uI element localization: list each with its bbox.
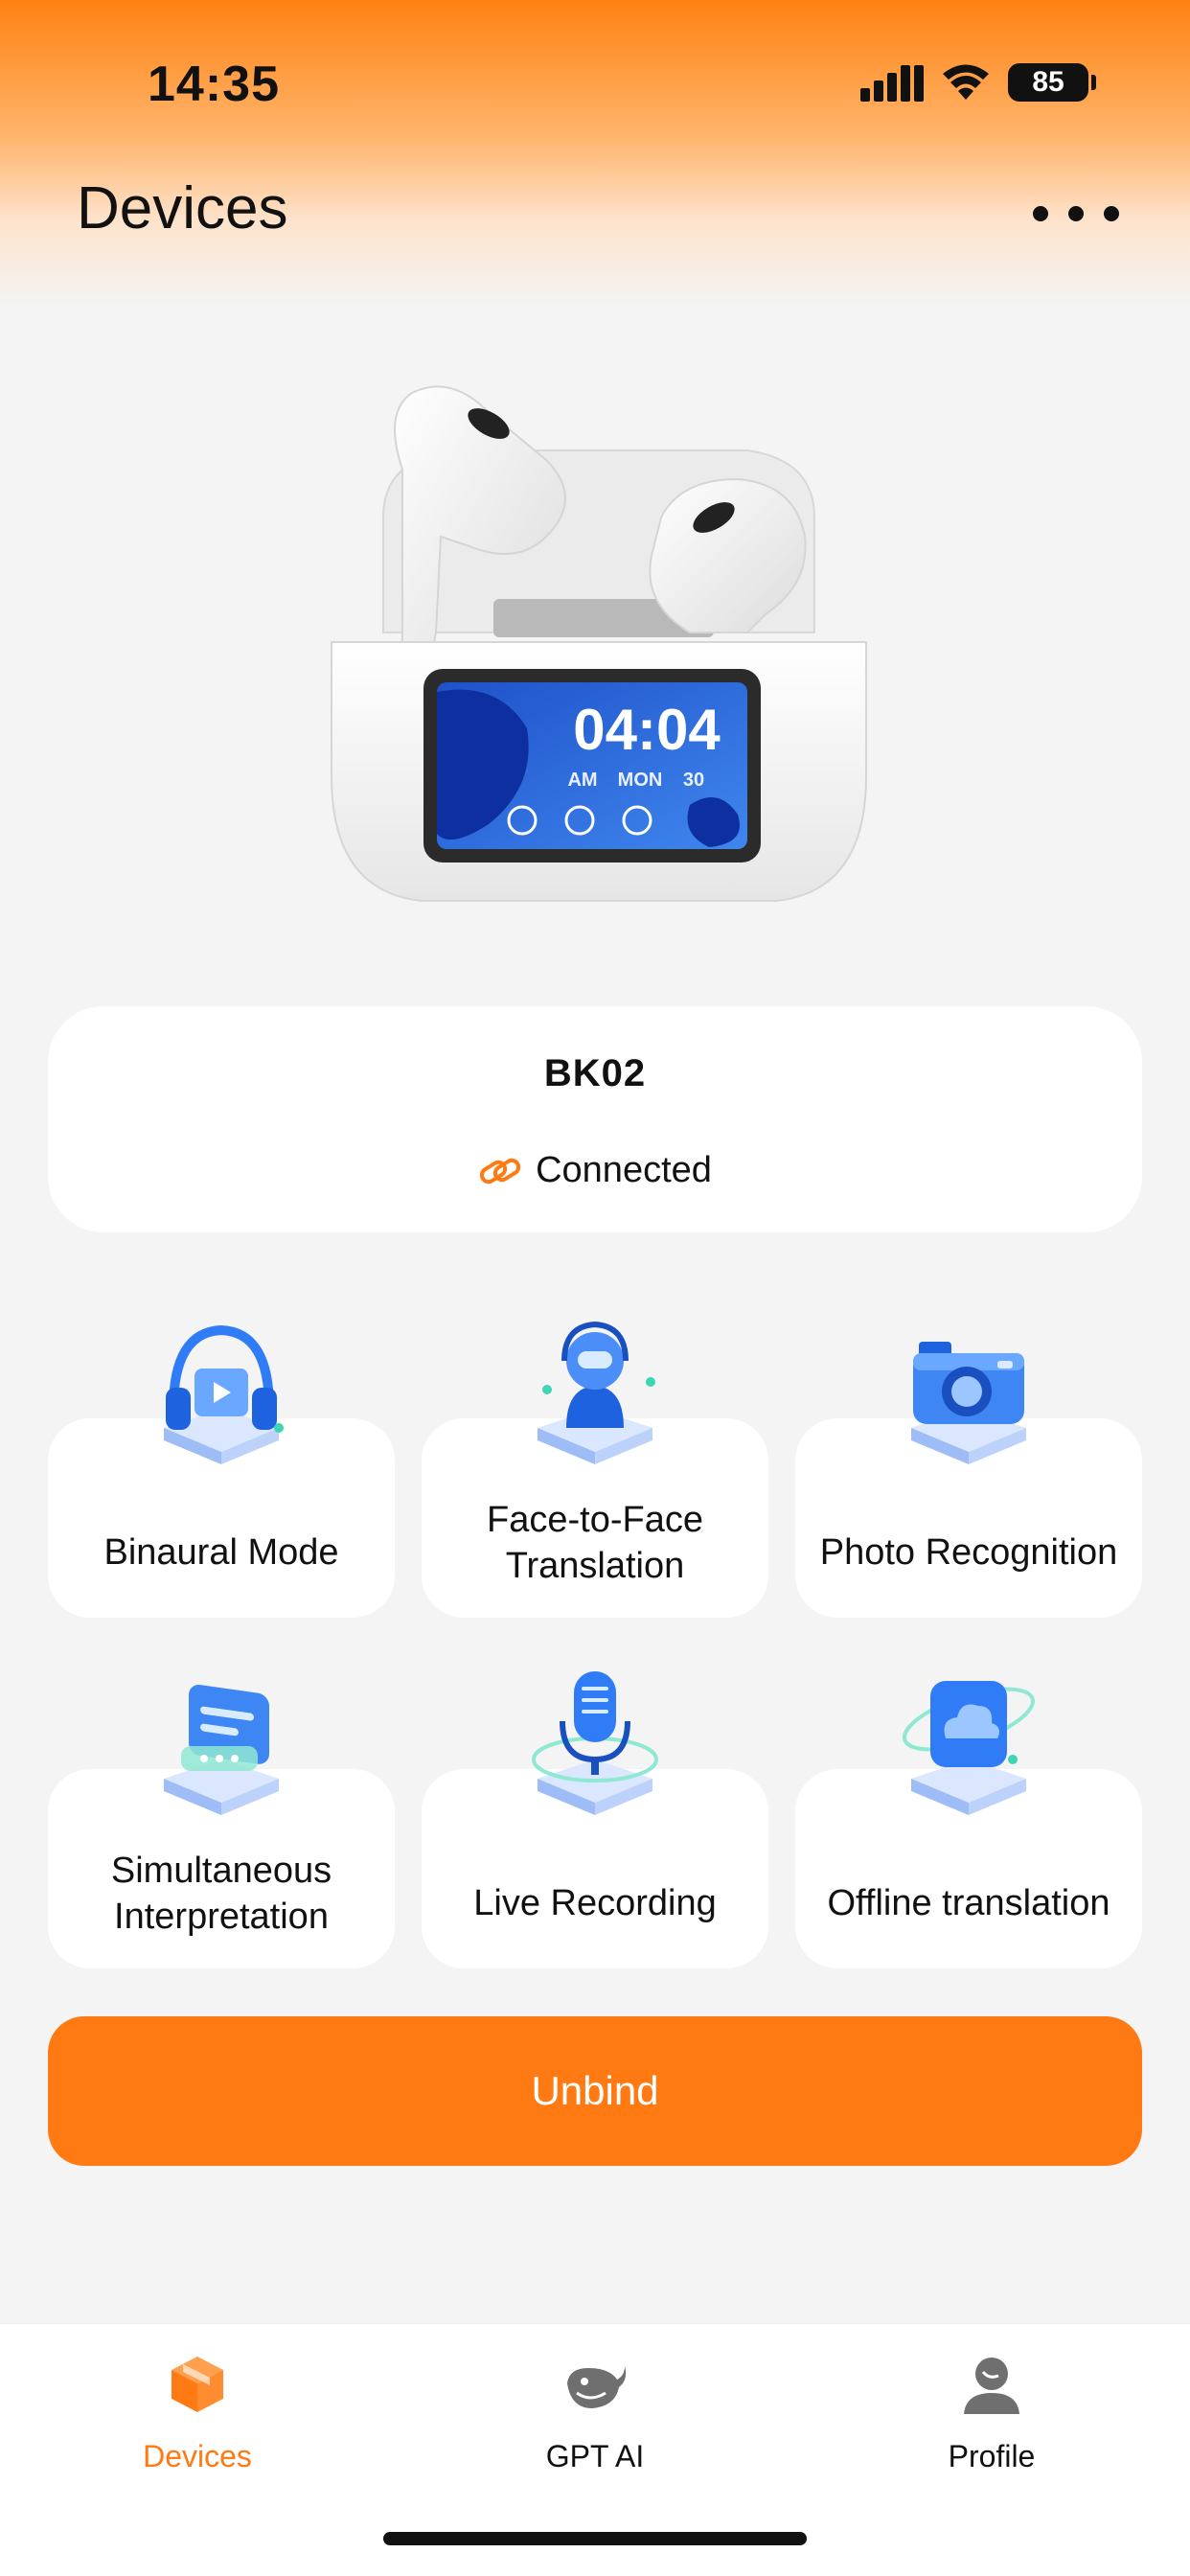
- tab-label: GPT AI: [545, 2439, 645, 2473]
- more-dot: [1033, 206, 1048, 221]
- feature-photo-recognition[interactable]: Photo Recognition: [795, 1313, 1142, 1658]
- home-indicator: [383, 2532, 807, 2545]
- tab-devices[interactable]: Devices: [82, 2351, 312, 2495]
- screen-date: 30: [683, 770, 704, 791]
- feature-label: Simultaneous Interpretation: [110, 1851, 332, 1937]
- status-icons: 85: [860, 63, 1096, 102]
- more-dot: [1104, 206, 1119, 221]
- device-card[interactable]: BK02 Connected: [48, 1006, 1142, 1232]
- more-options-button[interactable]: [1033, 190, 1119, 238]
- feature-offline-translation[interactable]: Offline translation: [795, 1664, 1142, 2009]
- connection-status-text: Connected: [536, 1150, 712, 1190]
- tab-gpt-ai[interactable]: GPT AI: [480, 2351, 710, 2495]
- wifi-icon: [943, 64, 989, 100]
- battery-indicator: 85: [1008, 63, 1096, 102]
- feature-label: Live Recording: [473, 1883, 717, 1923]
- feature-label: Face-to-Face Translation: [487, 1500, 703, 1586]
- screen-day: MON: [618, 770, 663, 791]
- device-name: BK02: [543, 1052, 647, 1094]
- earbuds-product-image: 04:04 AM MON 30: [331, 385, 867, 902]
- status-time: 14:35: [148, 57, 280, 112]
- devices-screen: 14:35 85 Devices 04:04 AM MON 30 BK02 Co…: [0, 0, 1190, 2576]
- feature-binaural-mode[interactable]: Binaural Mode: [48, 1313, 395, 1658]
- more-dot: [1068, 206, 1084, 221]
- face-to-face-icon: [538, 1321, 655, 1464]
- feature-live-recording[interactable]: Live Recording: [422, 1664, 768, 2009]
- chat-bubble-icon: [164, 1685, 279, 1815]
- header: Devices: [0, 172, 1190, 268]
- cellular-signal-icon: [860, 65, 924, 102]
- cloud-icon: [903, 1681, 1035, 1815]
- camera-icon: [911, 1342, 1026, 1464]
- feature-label: Photo Recognition: [819, 1532, 1118, 1573]
- tab-profile[interactable]: Profile: [877, 2351, 1107, 2495]
- headphones-icon: [164, 1324, 284, 1464]
- screen-time: 04:04: [573, 698, 721, 762]
- microphone-icon: [532, 1671, 658, 1815]
- feature-label: Binaural Mode: [103, 1532, 339, 1573]
- feature-grid: Binaural Mode Face-to-Face Translation P…: [48, 1313, 1142, 1974]
- person-icon: [964, 2358, 1019, 2414]
- whale-icon: [567, 2366, 627, 2408]
- cube-icon: [172, 2357, 223, 2412]
- battery-level: 85: [1032, 66, 1064, 98]
- feature-simultaneous-interpretation[interactable]: Simultaneous Interpretation: [48, 1664, 395, 2009]
- link-icon: [480, 1158, 521, 1184]
- screen-ampm: AM: [567, 770, 597, 791]
- tab-label: Devices: [143, 2439, 252, 2473]
- connection-status: Connected: [48, 1150, 1142, 1191]
- feature-face-to-face-translation[interactable]: Face-to-Face Translation: [422, 1313, 768, 1658]
- unbind-button[interactable]: Unbind: [48, 2016, 1142, 2166]
- feature-label: Offline translation: [827, 1883, 1110, 1923]
- page-title: Devices: [77, 175, 288, 242]
- tab-label: Profile: [948, 2439, 1036, 2473]
- status-bar: 14:35 85: [0, 0, 1190, 172]
